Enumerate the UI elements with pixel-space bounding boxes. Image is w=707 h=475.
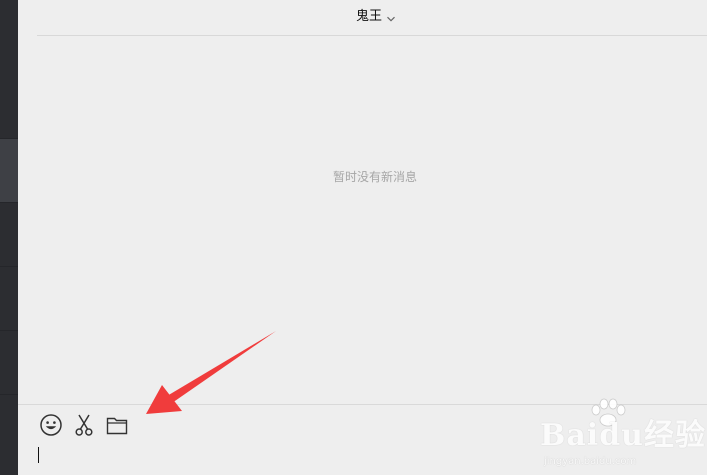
empty-message-text: 暂时没有新消息 (333, 170, 418, 184)
sidebar-item[interactable] (0, 395, 18, 475)
emoji-icon (40, 414, 62, 436)
sidebar-item[interactable] (0, 203, 18, 266)
message-input[interactable] (18, 440, 707, 475)
sidebar (0, 0, 18, 475)
header-divider (37, 35, 707, 36)
scissors-icon (75, 414, 93, 436)
sidebar-item-active[interactable] (0, 139, 18, 202)
sidebar-item[interactable] (0, 331, 18, 394)
contact-name: 鬼王 (356, 8, 383, 24)
screenshot-button[interactable] (71, 412, 97, 438)
send-file-button[interactable] (104, 412, 130, 438)
emoji-button[interactable] (38, 412, 64, 438)
chat-panel: 鬼王 暂时没有新消息 (18, 0, 707, 475)
contact-title-dropdown[interactable]: 鬼王 (356, 4, 396, 24)
sidebar-item[interactable] (0, 267, 18, 330)
input-divider (18, 404, 707, 405)
chat-header: 鬼王 (18, 0, 707, 36)
folder-icon (106, 417, 128, 435)
sidebar-item[interactable] (0, 0, 18, 138)
chevron-down-icon (386, 9, 396, 22)
